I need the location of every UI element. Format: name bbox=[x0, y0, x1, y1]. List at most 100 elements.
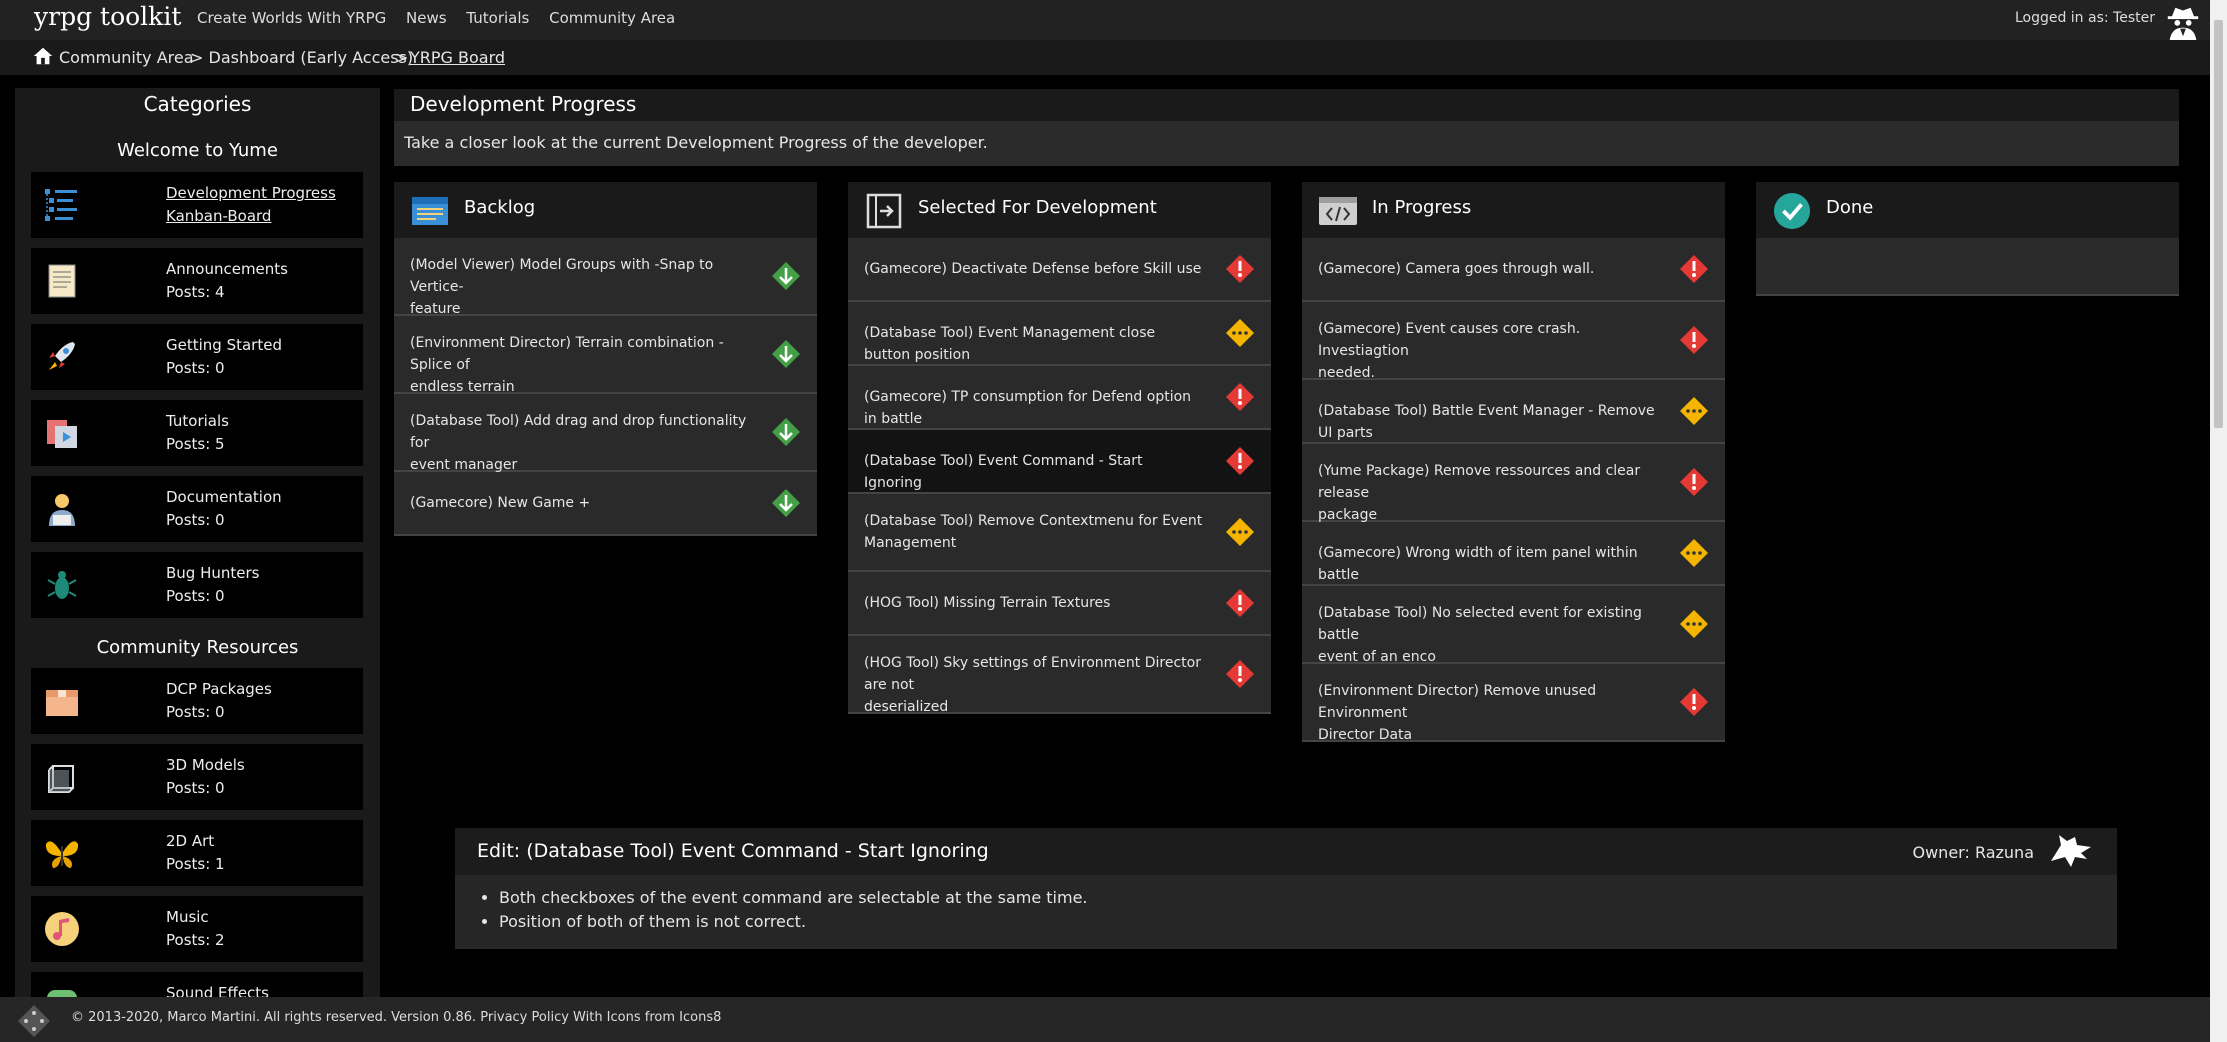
kanban-card-title: (Gamecore) Event causes core crash. Inve… bbox=[1318, 318, 1658, 384]
page-title-bar: Development Progress bbox=[394, 89, 2179, 121]
section-community-resources-title: Community Resources bbox=[96, 637, 299, 658]
tutorial-icon bbox=[47, 420, 77, 448]
top-navbar: yrpg toolkit Create Worlds With YRPG New… bbox=[0, 0, 2210, 40]
kanban-card[interactable]: (Gamecore) Deactivate Defense before Ski… bbox=[848, 238, 1271, 302]
kanban-card[interactable]: (HOG Tool) Missing Terrain Textures bbox=[848, 572, 1271, 636]
kanban-card-title-line: (Environment Director) Remove unused Env… bbox=[1318, 683, 1597, 721]
column-header: Done bbox=[1756, 182, 2179, 238]
kanban-card[interactable]: (Database Tool) No selected event for ex… bbox=[1302, 586, 1725, 665]
butterfly-icon bbox=[45, 841, 79, 868]
column-title: In Progress bbox=[1372, 197, 1472, 218]
kanban-card-title: (Gamecore) TP consumption for Defend opt… bbox=[864, 386, 1204, 430]
kanban-card-title-line: (Model Viewer) Model Groups with -Snap t… bbox=[410, 257, 714, 295]
kanban-card-title-line: (Gamecore) TP consumption for Defend opt… bbox=[864, 389, 1192, 427]
kanban-card-title-line: (Gamecore) Event causes core crash. Inve… bbox=[1318, 321, 1581, 359]
column-backlog: Backlog (Model Viewer) Model Groups with… bbox=[394, 182, 817, 536]
sidebar-item-getting-started[interactable]: Getting Started Posts: 0 bbox=[31, 324, 363, 390]
sidebar-item-post-count: Posts: 2 bbox=[166, 931, 225, 949]
sidebar-item-development-progress[interactable]: Development Progress Kanban-Board bbox=[31, 172, 363, 238]
kanban-card[interactable]: (Gamecore) Event causes core crash. Inve… bbox=[1302, 302, 1725, 381]
kanban-card-title-line: (Environment Director) Terrain combinati… bbox=[410, 335, 724, 373]
kanban-card-title-line: (Yume Package) Remove ressources and cle… bbox=[1318, 463, 1641, 501]
column-in-progress: In Progress (Gamecore) Camera goes throu… bbox=[1302, 182, 1725, 743]
kanban-card-title-line: (Gamecore) New Game + bbox=[410, 495, 591, 511]
breadcrumb-yrpg-board[interactable]: YRPG Board bbox=[410, 48, 505, 67]
kanban-card[interactable]: (Yume Package) Remove ressources and cle… bbox=[1302, 444, 1725, 523]
kanban-card[interactable]: (Gamecore) Wrong width of item panel wit… bbox=[1302, 522, 1725, 586]
column-title: Backlog bbox=[464, 197, 536, 218]
kanban-card[interactable]: (Gamecore) TP consumption for Defend opt… bbox=[848, 366, 1271, 430]
kanban-card[interactable]: (Environment Director) Remove unused Env… bbox=[1302, 664, 1725, 743]
edit-description-list: Both checkboxes of the event command are… bbox=[479, 886, 1088, 934]
kanban-card-title-line: (Database Tool) No selected event for ex… bbox=[1318, 605, 1642, 643]
kanban-card[interactable]: (Database Tool) Event Command - Start Ig… bbox=[848, 430, 1271, 494]
kanban-card-title: (Gamecore) New Game + bbox=[410, 492, 750, 514]
page-scrollbar[interactable] bbox=[2210, 0, 2227, 1042]
sidebar-item-label: Development Progress bbox=[166, 184, 336, 202]
nav-link-create-worlds[interactable]: Create Worlds With YRPG bbox=[197, 9, 386, 27]
nav-link-news[interactable]: News bbox=[406, 9, 447, 27]
sidebar-item-documentation[interactable]: Documentation Posts: 0 bbox=[31, 476, 363, 542]
breadcrumb: Community Area > Dashboard (Early Access… bbox=[0, 40, 2210, 75]
sidebar-item-post-count: Posts: 0 bbox=[166, 587, 225, 605]
sidebar-item-post-count: Posts: 1 bbox=[166, 855, 225, 873]
high-priority-icon bbox=[1680, 468, 1708, 496]
sidebar-item-label: Bug Hunters bbox=[166, 564, 260, 582]
categories-sidebar: Categories Welcome to Yume Development P… bbox=[15, 88, 380, 998]
sidebar-item-2d-art[interactable]: 2D Art Posts: 1 bbox=[31, 820, 363, 886]
kanban-card[interactable]: (Database Tool) Battle Event Manager - R… bbox=[1302, 380, 1725, 444]
kanban-card-title-line: Director Data bbox=[1318, 727, 1413, 743]
medium-priority-icon bbox=[1680, 610, 1708, 638]
home-icon[interactable] bbox=[32, 45, 54, 67]
reader-icon bbox=[49, 494, 75, 526]
kanban-card-title: (HOG Tool) Missing Terrain Textures bbox=[864, 592, 1204, 614]
sidebar-item-tutorials[interactable]: Tutorials Posts: 5 bbox=[31, 400, 363, 466]
logged-in-label: Logged in as: Tester bbox=[2014, 10, 2155, 26]
sidebar-item-dcp-packages[interactable]: DCP Packages Posts: 0 bbox=[31, 668, 363, 734]
list-item: Position of both of them is not correct. bbox=[499, 910, 1088, 934]
document-icon bbox=[48, 264, 76, 298]
kanban-card-title-line: (HOG Tool) Sky settings of Environment D… bbox=[864, 655, 1201, 693]
high-priority-icon bbox=[1680, 688, 1708, 716]
brand-logo[interactable]: yrpg toolkit bbox=[34, 2, 181, 31]
sidebar-item-music[interactable]: Music Posts: 2 bbox=[31, 896, 363, 962]
kanban-card-title-line: (Database Tool) Add drag and drop functi… bbox=[410, 413, 747, 451]
low-priority-icon bbox=[772, 489, 800, 517]
kanban-card[interactable]: (Database Tool) Remove Contextmenu for E… bbox=[848, 494, 1271, 572]
kanban-card[interactable]: (Database Tool) Add drag and drop functi… bbox=[394, 394, 817, 473]
kanban-card[interactable]: (Model Viewer) Model Groups with -Snap t… bbox=[394, 238, 817, 317]
breadcrumb-dashboard[interactable]: > Dashboard (Early Access) bbox=[190, 48, 413, 67]
spy-icon[interactable] bbox=[2164, 2, 2202, 40]
kanban-card[interactable]: (Database Tool) Event Management close b… bbox=[848, 302, 1271, 366]
medium-priority-icon bbox=[1226, 319, 1254, 347]
column-header: Backlog bbox=[394, 182, 817, 238]
empty-column-area bbox=[1756, 238, 2179, 296]
sidebar-item-3d-models[interactable]: 3D Models Posts: 0 bbox=[31, 744, 363, 810]
high-priority-icon bbox=[1680, 326, 1708, 354]
breadcrumb-community-area[interactable]: Community Area bbox=[59, 48, 194, 67]
bug-icon bbox=[47, 571, 77, 599]
nav-link-community-area[interactable]: Community Area bbox=[549, 9, 675, 27]
sidebar-item-sound-effects[interactable]: Sound Effects bbox=[31, 972, 363, 998]
nav-link-tutorials[interactable]: Tutorials bbox=[466, 9, 529, 27]
edit-header: Edit: (Database Tool) Event Command - St… bbox=[455, 828, 2117, 875]
scrollbar-thumb[interactable] bbox=[2214, 20, 2223, 428]
kanban-card[interactable]: (Gamecore) Camera goes through wall. bbox=[1302, 238, 1725, 302]
kanban-card[interactable]: (HOG Tool) Sky settings of Environment D… bbox=[848, 636, 1271, 715]
low-priority-icon bbox=[772, 418, 800, 446]
column-title: Selected For Development bbox=[918, 197, 1157, 218]
kanban-card-title-line: (HOG Tool) Missing Terrain Textures bbox=[864, 595, 1111, 611]
column-selected-for-development: Selected For Development (Gamecore) Deac… bbox=[848, 182, 1271, 715]
sidebar-item-bug-hunters[interactable]: Bug Hunters Posts: 0 bbox=[31, 552, 363, 618]
kanban-card[interactable]: (Environment Director) Terrain combinati… bbox=[394, 316, 817, 395]
high-priority-icon bbox=[1226, 589, 1254, 617]
footer-text: © 2013-2020, Marco Martini. All rights r… bbox=[71, 1010, 722, 1025]
kanban-card[interactable]: (Gamecore) New Game + bbox=[394, 472, 817, 536]
sidebar-item-label: Sound Effects bbox=[166, 984, 269, 998]
kanban-card-title-line: deserialized bbox=[864, 699, 949, 715]
medium-priority-icon bbox=[1680, 539, 1708, 567]
page-title: Development Progress bbox=[410, 92, 637, 116]
sidebar-item-announcements[interactable]: Announcements Posts: 4 bbox=[31, 248, 363, 314]
sidebar-item-label: DCP Packages bbox=[166, 680, 272, 698]
sidebar-item-label: 2D Art bbox=[166, 832, 215, 850]
